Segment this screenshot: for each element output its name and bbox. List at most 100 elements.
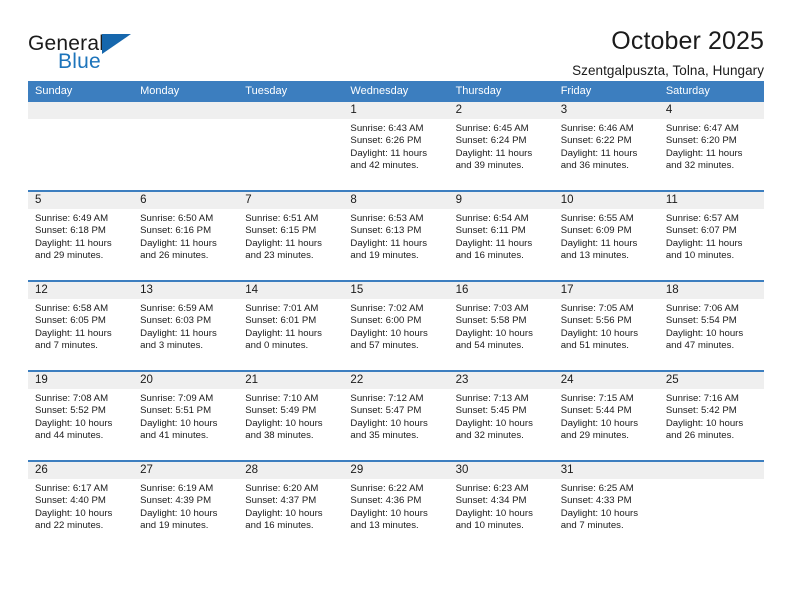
sunset-text: Sunset: 4:34 PM — [455, 495, 527, 507]
day-details: Sunrise: 7:12 AM Sunset: 5:47 PM Daylight:… — [343, 389, 448, 443]
daylight-text-line2: and 57 minutes. — [350, 340, 419, 352]
week-cells: 19 Sunrise: 7:08 AM Sunset: 5:52 PM Dayligh… — [28, 372, 764, 460]
day-cell[interactable]: 1 Sunrise: 6:43 AM Sunset: 6:26 PM Daylight… — [343, 102, 449, 190]
day-cell[interactable]: 12 Sunrise: 6:58 AM Sunset: 6:05 PM Dayligh… — [28, 282, 134, 370]
daylight-text-line2: and 23 minutes. — [245, 250, 314, 262]
day-details: Sunrise: 7:08 AM Sunset: 5:52 PM Daylight:… — [28, 389, 133, 443]
daylight-text-line1: Daylight: 11 hours — [665, 147, 743, 159]
sunset-text: Sunset: 6:15 PM — [245, 225, 317, 237]
day-cell[interactable]: 7 Sunrise: 6:51 AM Sunset: 6:15 PM Daylight… — [238, 192, 344, 280]
day-cell[interactable]: 11 Sunrise: 6:57 AM Sunset: 6:07 PM Dayligh… — [658, 192, 764, 280]
daylight-text-line1: Daylight: 11 hours — [35, 327, 112, 339]
day-cell[interactable]: 18 Sunrise: 7:06 AM Sunset: 5:54 PM Dayligh… — [658, 282, 764, 370]
day-cell[interactable]: 14 Sunrise: 7:01 AM Sunset: 6:01 PM Dayligh… — [238, 282, 344, 370]
day-details: Sunrise: 6:45 AM Sunset: 6:24 PM Daylight:… — [449, 119, 554, 173]
day-cell[interactable]: 9 Sunrise: 6:54 AM Sunset: 6:11 PM Daylight… — [448, 192, 554, 280]
week-cells: 5 Sunrise: 6:49 AM Sunset: 6:18 PM Daylight… — [28, 192, 764, 280]
calendar-week-row: 19 Sunrise: 7:08 AM Sunset: 5:52 PM Dayligh… — [28, 370, 764, 460]
sunrise-text: Sunrise: 7:02 AM — [350, 303, 424, 314]
daylight-text-line1: Daylight: 11 hours — [245, 327, 322, 339]
daylight-text-line1: Daylight: 10 hours — [455, 327, 533, 339]
day-details: Sunrise: 6:57 AM Sunset: 6:07 PM Daylight:… — [659, 209, 764, 263]
day-cell[interactable]: 21 Sunrise: 7:10 AM Sunset: 5:49 PM Dayligh… — [238, 372, 344, 460]
day-number: 13 — [133, 282, 239, 299]
sunset-text: Sunset: 5:45 PM — [455, 405, 527, 417]
day-cell[interactable]: 28 Sunrise: 6:20 AM Sunset: 4:37 PM Dayligh… — [238, 462, 344, 550]
day-details: Sunrise: 6:17 AM Sunset: 4:40 PM Daylight:… — [28, 479, 133, 533]
daylight-text-line1: Daylight: 11 hours — [35, 237, 112, 249]
day-cell[interactable]: 19 Sunrise: 7:08 AM Sunset: 5:52 PM Dayligh… — [28, 372, 134, 460]
day-details: Sunrise: 6:22 AM Sunset: 4:36 PM Daylight:… — [343, 479, 448, 533]
day-cell[interactable]: 6 Sunrise: 6:50 AM Sunset: 6:16 PM Daylight… — [133, 192, 239, 280]
daylight-text-line2: and 41 minutes. — [140, 430, 209, 442]
day-cell[interactable]: 29 Sunrise: 6:22 AM Sunset: 4:36 PM Dayligh… — [343, 462, 449, 550]
calendar-week-row: 1 Sunrise: 6:43 AM Sunset: 6:26 PM Daylight… — [28, 102, 764, 190]
daylight-text-line2: and 39 minutes. — [455, 160, 524, 172]
day-number: 9 — [448, 192, 554, 209]
page-header: General Blue October 2025 Szentgalpuszta… — [28, 0, 764, 79]
day-number: 18 — [658, 282, 764, 299]
sunrise-text: Sunrise: 7:09 AM — [140, 393, 214, 404]
daylight-text-line1: Daylight: 11 hours — [455, 147, 533, 159]
sunset-text: Sunset: 5:58 PM — [455, 315, 527, 327]
daylight-text-line1: Daylight: 10 hours — [245, 417, 323, 429]
sunset-text: Sunset: 4:36 PM — [350, 495, 422, 507]
day-cell[interactable]: 26 Sunrise: 6:17 AM Sunset: 4:40 PM Dayligh… — [28, 462, 134, 550]
day-cell[interactable]: 24 Sunrise: 7:15 AM Sunset: 5:44 PM Dayligh… — [553, 372, 659, 460]
daylight-text-line1: Daylight: 10 hours — [35, 507, 113, 519]
day-cell[interactable]: 3 Sunrise: 6:46 AM Sunset: 6:22 PM Daylight… — [553, 102, 659, 190]
day-details: Sunrise: 6:46 AM Sunset: 6:22 PM Daylight:… — [554, 119, 659, 173]
day-cell-empty — [238, 102, 344, 190]
sunrise-text: Sunrise: 7:03 AM — [455, 303, 529, 314]
day-cell[interactable]: 22 Sunrise: 7:12 AM Sunset: 5:47 PM Dayligh… — [343, 372, 449, 460]
day-cell[interactable]: 27 Sunrise: 6:19 AM Sunset: 4:39 PM Dayligh… — [133, 462, 239, 550]
day-cell[interactable]: 30 Sunrise: 6:23 AM Sunset: 4:34 PM Dayligh… — [448, 462, 554, 550]
daylight-text-line2: and 19 minutes. — [140, 520, 209, 532]
sunset-text: Sunset: 4:33 PM — [560, 495, 632, 507]
day-cell[interactable]: 25 Sunrise: 7:16 AM Sunset: 5:42 PM Dayligh… — [658, 372, 764, 460]
day-number: 23 — [448, 372, 554, 389]
sunset-text: Sunset: 5:42 PM — [665, 405, 737, 417]
daylight-text-line1: Daylight: 10 hours — [455, 507, 533, 519]
day-number: 17 — [553, 282, 659, 299]
weekday-header-friday: Friday — [560, 85, 592, 97]
day-cell[interactable]: 2 Sunrise: 6:45 AM Sunset: 6:24 PM Daylight… — [448, 102, 554, 190]
weekday-header-saturday: Saturday — [665, 85, 710, 97]
day-cell[interactable]: 5 Sunrise: 6:49 AM Sunset: 6:18 PM Daylight… — [28, 192, 134, 280]
daylight-text-line2: and 3 minutes. — [140, 340, 204, 352]
day-details: Sunrise: 6:43 AM Sunset: 6:26 PM Daylight:… — [343, 119, 448, 173]
sunrise-text: Sunrise: 6:58 AM — [35, 303, 109, 314]
sunrise-text: Sunrise: 6:57 AM — [665, 213, 739, 224]
day-number: 27 — [133, 462, 239, 479]
day-cell[interactable]: 17 Sunrise: 7:05 AM Sunset: 5:56 PM Dayligh… — [553, 282, 659, 370]
day-number: 11 — [658, 192, 764, 209]
day-cell-empty — [133, 102, 239, 190]
day-details: Sunrise: 6:58 AM Sunset: 6:05 PM Daylight:… — [28, 299, 133, 353]
daylight-text-line2: and 10 minutes. — [665, 250, 735, 262]
day-number — [28, 102, 134, 119]
day-details: Sunrise: 6:23 AM Sunset: 4:34 PM Daylight:… — [449, 479, 554, 533]
day-cell[interactable]: 20 Sunrise: 7:09 AM Sunset: 5:51 PM Dayligh… — [133, 372, 239, 460]
daylight-text-line1: Daylight: 11 hours — [560, 147, 638, 159]
day-details: Sunrise: 6:20 AM Sunset: 4:37 PM Daylight:… — [238, 479, 343, 533]
daylight-text-line2: and 19 minutes. — [350, 250, 419, 262]
brand-logo[interactable]: General Blue — [28, 28, 153, 78]
day-number — [133, 102, 239, 119]
calendar-week-row: 12 Sunrise: 6:58 AM Sunset: 6:05 PM Dayligh… — [28, 280, 764, 370]
daylight-text-line2: and 16 minutes. — [455, 250, 524, 262]
day-cell[interactable]: 31 Sunrise: 6:25 AM Sunset: 4:33 PM Dayligh… — [553, 462, 659, 550]
day-cell[interactable]: 23 Sunrise: 7:13 AM Sunset: 5:45 PM Dayligh… — [448, 372, 554, 460]
day-cell[interactable]: 16 Sunrise: 7:03 AM Sunset: 5:58 PM Dayligh… — [448, 282, 554, 370]
day-cell[interactable]: 15 Sunrise: 7:02 AM Sunset: 6:00 PM Dayligh… — [343, 282, 449, 370]
daylight-text-line1: Daylight: 11 hours — [350, 237, 428, 249]
day-cell[interactable]: 10 Sunrise: 6:55 AM Sunset: 6:09 PM Dayligh… — [553, 192, 659, 280]
sunset-text: Sunset: 5:47 PM — [350, 405, 422, 417]
sunset-text: Sunset: 6:09 PM — [560, 225, 632, 237]
daylight-text-line2: and 26 minutes. — [665, 430, 735, 442]
day-cell[interactable]: 8 Sunrise: 6:53 AM Sunset: 6:13 PM Daylight… — [343, 192, 449, 280]
triangle-icon — [102, 34, 131, 54]
day-cell[interactable]: 13 Sunrise: 6:59 AM Sunset: 6:03 PM Dayligh… — [133, 282, 239, 370]
day-cell[interactable]: 4 Sunrise: 6:47 AM Sunset: 6:20 PM Daylight… — [658, 102, 764, 190]
sunset-text: Sunset: 6:20 PM — [665, 135, 737, 147]
day-details: Sunrise: 7:06 AM Sunset: 5:54 PM Daylight:… — [659, 299, 764, 353]
